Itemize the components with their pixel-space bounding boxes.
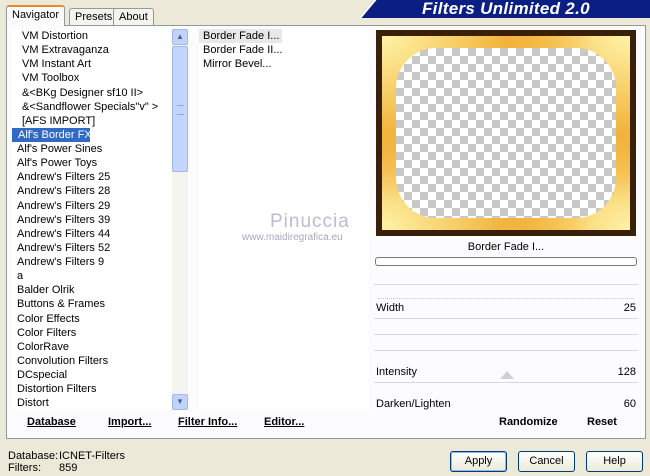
category-item[interactable]: Distort (12, 396, 172, 410)
param-label: Darken/Lighten (376, 398, 451, 410)
category-item[interactable]: Balder Olrik (12, 283, 172, 297)
category-item[interactable]: Convolution Filters (12, 354, 172, 368)
preview-frame (382, 36, 630, 230)
category-item[interactable]: Alf's Power Sines (12, 142, 172, 156)
tab-navigator[interactable]: Navigator (6, 5, 66, 26)
filter-item[interactable]: Border Fade I... (199, 29, 369, 43)
tab-presets[interactable]: Presets (69, 8, 119, 25)
slider-track (378, 298, 634, 299)
category-item[interactable]: Distortion Filters (12, 382, 172, 396)
category-item[interactable]: DCspecial (12, 368, 172, 382)
param-value: 25 (623, 302, 636, 314)
watermark-name: Pinuccia (270, 211, 350, 232)
category-list[interactable]: VM Distortion VM Extravaganza VM Instant A… (12, 29, 172, 410)
category-item[interactable]: Alf's Border FX (12, 127, 92, 142)
filters-label: Filters: (8, 462, 41, 474)
scroll-up-icon[interactable]: ▲ (172, 29, 188, 45)
param-label: Intensity (376, 366, 417, 378)
category-item[interactable]: Andrew's Filters 9 (12, 255, 172, 269)
scroll-thumb[interactable] (172, 46, 188, 172)
category-item[interactable]: VM Distortion (12, 29, 172, 43)
category-item[interactable]: Color Filters (12, 326, 172, 340)
apply-button[interactable]: Apply (450, 451, 507, 472)
database-label: Database: (8, 450, 59, 462)
category-item[interactable]: Buttons & Frames (12, 297, 172, 311)
database-value: ICNET-Filters (59, 450, 125, 462)
preview-image (376, 30, 636, 236)
transparency-checkerboard (396, 48, 616, 218)
filter-item-label[interactable]: Border Fade I... (199, 29, 283, 43)
category-item[interactable]: [AFS IMPORT] (12, 114, 172, 128)
category-item[interactable]: &<Sandflower Specials"v" > (12, 100, 172, 114)
tab-about[interactable]: About (113, 8, 154, 25)
slider-slot (374, 318, 638, 333)
scroll-down-icon[interactable]: ▼ (172, 394, 188, 410)
database-info: Database:ICNET-Filters (8, 450, 125, 462)
filters-count: 859 (59, 462, 78, 474)
category-item[interactable]: Alf's Power Toys (12, 156, 172, 170)
grip-icon (177, 105, 184, 115)
progress-bar (375, 257, 637, 266)
category-item[interactable]: a (12, 269, 172, 283)
slider-slot (374, 284, 638, 299)
filter-item[interactable]: Mirror Bevel... (199, 57, 369, 71)
category-item[interactable]: Andrew's Filters 52 (12, 241, 172, 255)
slider-slot (374, 382, 638, 397)
slider-slot (374, 334, 638, 349)
category-item[interactable]: VM Toolbox (12, 71, 172, 85)
category-item[interactable]: VM Instant Art (12, 57, 172, 71)
category-item[interactable]: Andrew's Filters 28 (12, 184, 172, 198)
filters-info: Filters: 859 (8, 462, 77, 474)
database-button[interactable]: Database (27, 416, 76, 428)
import-button[interactable]: Import... (108, 416, 151, 428)
filter-info-button[interactable]: Filter Info... (178, 416, 237, 428)
category-item[interactable]: Andrew's Filters 44 (12, 227, 172, 241)
app-title-banner: Filters Unlimited 2.0 (380, 0, 650, 18)
param-label: Width (376, 302, 405, 314)
cancel-button[interactable]: Cancel (518, 451, 575, 472)
watermark-url: www.maidiregrafica.eu (242, 232, 343, 243)
category-item[interactable]: VM Extravaganza (12, 43, 172, 57)
category-scrollbar[interactable]: ▲ ▼ (172, 29, 188, 410)
app-title: Filters Unlimited 2.0 (422, 0, 590, 18)
param-value: 60 (623, 398, 636, 410)
category-item[interactable]: Andrew's Filters 39 (12, 213, 172, 227)
editor-button[interactable]: Editor... (264, 416, 304, 428)
preview-filter-name: Border Fade I... (467, 241, 545, 253)
category-item[interactable]: &<BKg Designer sf10 II> (12, 86, 172, 100)
slider-slot (374, 350, 638, 365)
category-item[interactable]: ColorRave (12, 340, 172, 354)
randomize-button[interactable]: Randomize (499, 416, 558, 428)
help-button[interactable]: Help (586, 451, 643, 472)
param-value: 128 (617, 366, 636, 378)
category-item[interactable]: Andrew's Filters 25 (12, 170, 172, 184)
filter-item[interactable]: Border Fade II... (199, 43, 369, 57)
reset-button[interactable]: Reset (587, 416, 617, 428)
category-item[interactable]: Color Effects (12, 312, 172, 326)
slider-thumb[interactable] (500, 371, 514, 379)
category-item[interactable]: Andrew's Filters 29 (12, 199, 172, 213)
